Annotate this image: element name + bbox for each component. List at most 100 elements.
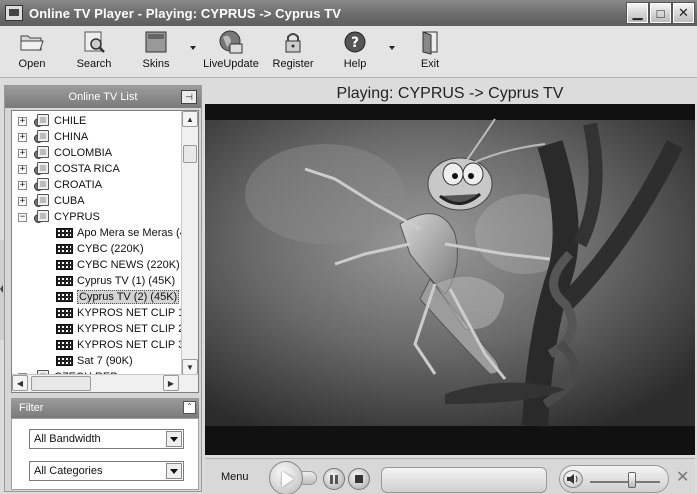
country-item[interactable]: + COLOMBIA xyxy=(18,145,112,161)
country-item[interactable]: + CHILE xyxy=(18,113,86,129)
expander-icon[interactable]: + xyxy=(18,132,27,142)
channel-label: Apo Mera se Meras (4 xyxy=(77,227,182,239)
close-button[interactable]: ✕ xyxy=(672,2,695,24)
country-item[interactable]: − CYPRUS xyxy=(18,209,100,225)
channel-item[interactable]: KYPROS NET CLIP 1 xyxy=(56,305,182,321)
horizontal-scroll-thumb[interactable] xyxy=(31,376,91,391)
film-strip-icon xyxy=(56,324,73,334)
tree-vertical-scrollbar[interactable]: ▲ ▼ xyxy=(181,111,198,375)
bandwidth-dropdown-icon[interactable] xyxy=(166,431,182,447)
tree-horizontal-scrollbar[interactable]: ◀ ▶ xyxy=(12,374,198,392)
stop-icon xyxy=(355,475,363,483)
register-button[interactable]: Register xyxy=(263,29,323,70)
country-channel-icon xyxy=(34,130,50,144)
channel-label: KYPROS NET CLIP 2 xyxy=(77,323,182,335)
svg-text:?: ? xyxy=(351,35,359,51)
maximize-icon: □ xyxy=(656,5,665,21)
pin-button[interactable]: ⊣ xyxy=(181,90,197,104)
scroll-down-button[interactable]: ▼ xyxy=(182,359,198,375)
filter-collapse-button[interactable]: ⌃ xyxy=(183,401,196,414)
app-tv-icon xyxy=(5,5,23,21)
collapse-icon: ⌃ xyxy=(186,402,193,411)
bandwidth-value: All Bandwidth xyxy=(34,433,101,445)
pause-button[interactable] xyxy=(323,468,345,490)
scroll-thumb[interactable] xyxy=(183,145,197,163)
minimize-icon: ▁ xyxy=(632,5,643,20)
country-item[interactable]: + CROATIA xyxy=(18,177,102,193)
expander-icon[interactable]: + xyxy=(18,180,27,190)
channel-item[interactable]: KYPROS NET CLIP 2 xyxy=(56,321,182,337)
menu-button[interactable]: Menu xyxy=(221,471,249,483)
video-display[interactable] xyxy=(205,104,695,455)
lock-icon xyxy=(280,29,306,55)
window-title: Online TV Player - Playing: CYPRUS -> Cy… xyxy=(29,5,342,21)
pin-icon: ⊣ xyxy=(185,92,193,102)
pause-icon xyxy=(330,474,338,484)
country-item[interactable]: + CHINA xyxy=(18,129,88,145)
help-dropdown-arrow-icon[interactable] xyxy=(389,46,395,50)
scroll-right-button[interactable]: ▶ xyxy=(163,375,179,391)
expander-icon[interactable]: + xyxy=(18,116,27,126)
register-label: Register xyxy=(272,58,314,70)
skins-button[interactable]: Skins xyxy=(126,29,186,70)
skins-label: Skins xyxy=(142,58,170,70)
channel-item[interactable]: Sat 7 (90K) xyxy=(56,353,133,369)
channel-label: CYBC (220K) xyxy=(77,243,144,255)
skins-dropdown-arrow-icon[interactable] xyxy=(190,46,196,50)
help-button[interactable]: ? Help xyxy=(325,29,385,70)
volume-slider-knob[interactable] xyxy=(628,472,636,488)
expander-icon[interactable]: + xyxy=(18,148,27,158)
volume-control xyxy=(559,465,669,493)
country-channel-icon xyxy=(34,162,50,176)
expander-icon[interactable]: + xyxy=(18,164,27,174)
country-label: CHILE xyxy=(54,115,87,127)
filter-header: Filter ⌃ xyxy=(11,398,199,418)
channel-tree-content: + CHILE + CHINA + COLOMBIA + COSTA RICA + CROATIA… xyxy=(12,111,182,375)
open-button[interactable]: Open xyxy=(2,29,62,70)
channel-item[interactable]: CYBC (220K) xyxy=(56,241,144,257)
folder-icon xyxy=(19,29,45,55)
channel-tree: + CHILE + CHINA + COLOMBIA + COSTA RICA + CROATIA… xyxy=(11,110,199,393)
open-label: Open xyxy=(18,58,46,70)
help-label: Help xyxy=(343,58,367,70)
filter-title: Filter xyxy=(19,402,44,414)
channel-item-selected[interactable]: Cyprus TV (2) (45K) xyxy=(56,289,180,305)
film-strip-icon xyxy=(56,292,73,302)
country-item[interactable]: + COSTA RICA xyxy=(18,161,120,177)
expander-icon[interactable]: + xyxy=(18,196,27,206)
categories-value: All Categories xyxy=(34,465,103,477)
minimize-button[interactable]: ▁ xyxy=(626,2,649,24)
exit-door-icon xyxy=(417,29,443,55)
search-icon xyxy=(81,29,107,55)
channel-item[interactable]: KYPROS NET CLIP 3 xyxy=(56,337,182,353)
country-item[interactable]: + CUBA xyxy=(18,193,85,209)
close-icon: ✕ xyxy=(678,5,689,20)
channel-item[interactable]: Cyprus TV (1) (45K) xyxy=(56,273,175,289)
channel-item[interactable]: Apo Mera se Meras (4 xyxy=(56,225,182,241)
seek-bar[interactable] xyxy=(381,467,547,493)
liveupdate-label: LiveUpdate xyxy=(203,58,259,70)
stop-button[interactable] xyxy=(348,468,370,490)
categories-dropdown-icon[interactable] xyxy=(166,463,182,479)
exit-button[interactable]: Exit xyxy=(400,29,460,70)
expander-icon[interactable]: − xyxy=(18,212,27,222)
country-channel-icon xyxy=(34,146,50,160)
tv-list-panel: Online TV List ⊣ + CHILE + CHINA + COLOMBIA + C… xyxy=(4,85,202,492)
country-channel-icon xyxy=(34,114,50,128)
scroll-left-button[interactable]: ◀ xyxy=(12,375,28,391)
film-strip-icon xyxy=(56,244,73,254)
liveupdate-button[interactable]: LiveUpdate xyxy=(201,29,261,70)
speaker-icon[interactable] xyxy=(563,470,583,488)
play-button[interactable] xyxy=(269,461,303,494)
categories-select[interactable]: All Categories xyxy=(29,461,184,481)
search-button[interactable]: Search xyxy=(64,29,124,70)
title-bar: Online TV Player - Playing: CYPRUS -> Cy… xyxy=(0,0,697,26)
close-player-icon[interactable]: ✕ xyxy=(676,467,689,487)
volume-track[interactable] xyxy=(590,481,660,483)
country-label: CUBA xyxy=(54,195,85,207)
maximize-button[interactable]: □ xyxy=(649,2,672,24)
scroll-up-button[interactable]: ▲ xyxy=(182,111,198,127)
bandwidth-select[interactable]: All Bandwidth xyxy=(29,429,184,449)
country-label: COSTA RICA xyxy=(54,163,120,175)
channel-item[interactable]: CYBC NEWS (220K) xyxy=(56,257,180,273)
